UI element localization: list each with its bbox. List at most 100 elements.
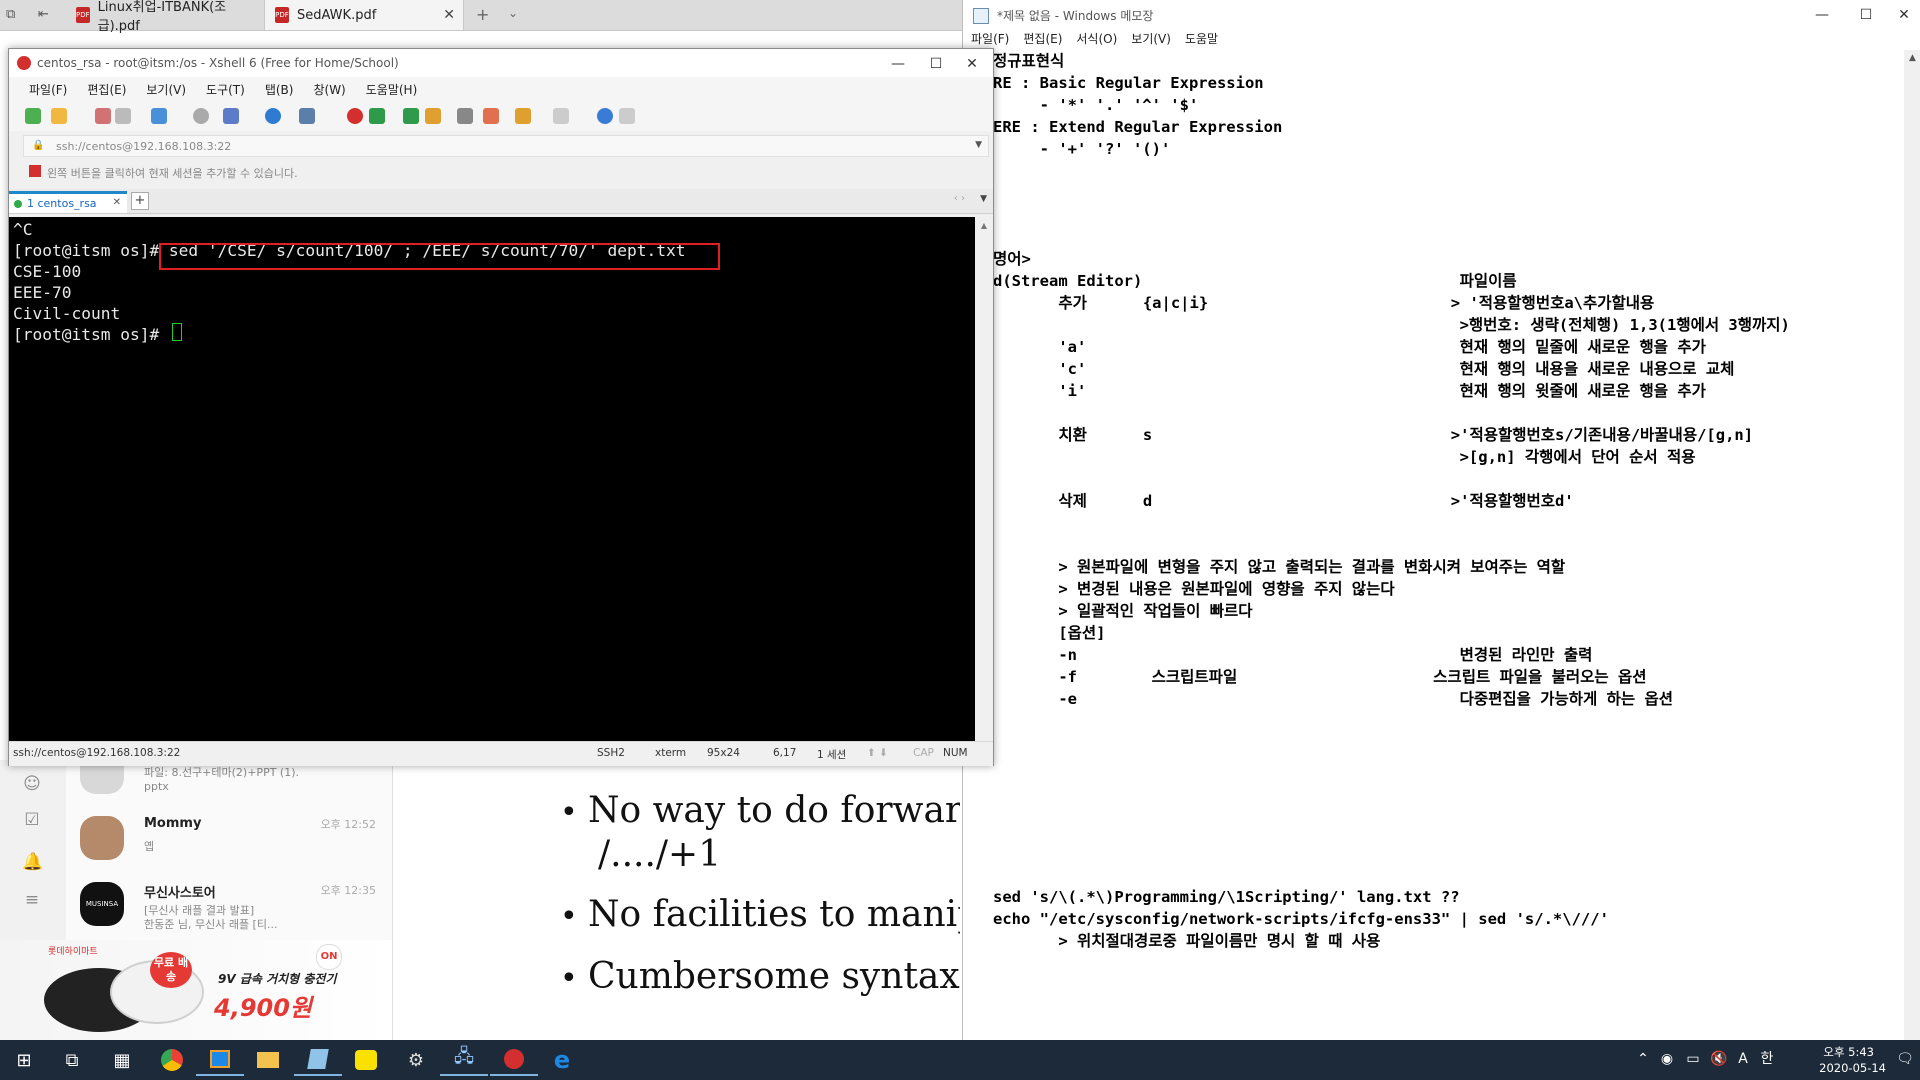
back-icon[interactable]: ⇤ [38,7,49,22]
script-icon[interactable] [483,108,499,124]
list-item[interactable]: Mommy 오후 12:52 옙 [80,810,380,872]
menu-window[interactable]: 창(W) [313,81,345,98]
ad-banner[interactable]: 롯데하이마트 무료 배송 9V 급속 거치형 충전기 4,900원 ON [0,940,392,1040]
status-bar: ssh://centos@192.168.108.3:22 SSH2 xterm… [9,741,993,766]
new-tab-icon[interactable]: + [131,192,149,210]
menu-tab[interactable]: 탭(B) [265,81,294,98]
copy-icon[interactable] [223,108,239,124]
new-session-icon[interactable] [25,108,41,124]
vertical-scrollbar[interactable]: ▲ [1904,50,1920,1040]
xftp-icon[interactable] [347,108,363,124]
xshell-taskbar-icon[interactable] [490,1044,538,1076]
open-folder-icon[interactable] [51,108,67,124]
menu-view[interactable]: 보기(V) [146,81,186,98]
kakaotalk-icon[interactable] [342,1044,390,1076]
reconnect-icon[interactable] [115,108,131,124]
gear-icon[interactable]: ⚙ [392,1044,440,1076]
menu-tools[interactable]: 도구(T) [206,81,245,98]
clock-date[interactable]: 2020-05-14 [1819,1061,1886,1075]
calculator-icon[interactable]: ▦ [98,1044,146,1076]
message-preview: 파일: 8.선구+테마(2)+PPT (1). [144,766,299,779]
chevron-up-icon[interactable]: ⌃ [1634,1050,1652,1068]
tab-scroll-icon[interactable]: ‹ › [954,193,965,204]
volume-mute-icon[interactable]: 🔇 [1710,1050,1728,1068]
globe-icon[interactable] [265,108,281,124]
font-icon[interactable] [299,108,315,124]
close-icon[interactable]: ✕ [961,53,983,75]
menu-help[interactable]: 도움말 [1185,30,1218,50]
windows-start-icon[interactable]: ⊞ [0,1044,48,1076]
menu-view[interactable]: 보기(V) [1131,30,1171,50]
file-explorer-icon[interactable] [244,1044,292,1076]
chrome-icon[interactable] [148,1044,196,1076]
disconnect-icon[interactable] [95,108,111,124]
notepad-icon [973,8,989,24]
xshell-toolbar [9,101,993,131]
menu-file[interactable]: 파일(F) [971,30,1009,50]
maximize-icon[interactable]: ☐ [925,53,947,75]
chat-icon[interactable] [619,108,635,124]
tab-list-icon[interactable]: ⧉ [6,7,15,22]
app-icon[interactable] [196,1044,244,1076]
notepad-text-area[interactable]: 정규표현식 RE : Basic Regular Expression - '*… [993,50,1913,1030]
menu-format[interactable]: 서식(O) [1076,30,1117,50]
network-icon[interactable]: ▭ [1684,1050,1702,1068]
help-icon[interactable] [597,108,613,124]
menu-icon[interactable]: ≡ [22,890,42,910]
close-icon[interactable]: ✕ [1893,4,1915,26]
chevron-down-icon[interactable]: ⌄ [508,6,518,20]
tab-sedawk-pdf[interactable]: PDF SedAWK.pdf ✕ [264,0,464,30]
arrow-up-down-icon[interactable]: ⬆ ⬇ [867,747,888,759]
status-terminal-type: xterm [655,747,687,759]
address-bar[interactable]: 🔒 ssh://centos@192.168.108.3:22 ▼ [23,135,989,157]
fullscreen-icon[interactable] [403,108,419,124]
lock-icon: 🔒 [32,140,45,151]
ime-indicator[interactable]: A [1734,1050,1752,1068]
new-tab-icon[interactable]: + [476,5,489,24]
terminal[interactable]: ^C [root@itsm os]# sed '/CSE/ s/count/10… [9,217,975,741]
clock-time[interactable]: 오후 5:43 [1823,1044,1874,1060]
bell-icon[interactable]: 🔔 [22,852,43,872]
lock-icon[interactable] [425,108,441,124]
menu-file[interactable]: 파일(F) [29,81,67,98]
address-input[interactable]: ssh://centos@192.168.108.3:22 [56,140,231,153]
chevron-down-icon[interactable]: ▼ [975,140,982,150]
status-num: NUM [943,747,968,759]
close-tab-icon[interactable]: ✕ [113,197,121,208]
window-title: centos_rsa - root@itsm:/os - Xshell 6 (F… [37,56,399,70]
xmanager-icon[interactable] [369,108,385,124]
keyboard-icon[interactable] [457,108,473,124]
menu-edit[interactable]: 편집(E) [1023,30,1062,50]
emoji-icon[interactable]: ☺ [22,774,42,794]
notepad-icon[interactable] [294,1044,342,1076]
task-view-icon[interactable]: ⧉ [48,1044,96,1076]
maximize-icon[interactable]: ☐ [1855,4,1877,26]
minimize-icon[interactable]: — [1811,4,1833,26]
menu-edit[interactable]: 편집(E) [87,81,126,98]
transfer-icon[interactable] [515,108,531,124]
korean-ime-icon[interactable]: 한 [1758,1050,1776,1068]
calendar-icon[interactable]: ☑ [22,810,42,830]
chevron-down-icon[interactable]: ▼ [980,194,987,204]
notification-icon[interactable]: 🗨 [1896,1050,1914,1068]
tab-label: 1 centos_rsa [27,197,97,210]
tab-linux-pdf[interactable]: PDF Linux취업-ITBANK(조급).pdf [66,0,262,34]
menu-help[interactable]: 도움말(H) [366,81,418,98]
scroll-up-icon[interactable]: ▲ [1904,50,1920,67]
scroll-up-icon[interactable]: ▲ [975,221,993,230]
edge-icon[interactable]: e [538,1044,586,1076]
status-caps: CAP [913,747,934,759]
search-icon[interactable] [193,108,209,124]
tab-centos-rsa[interactable]: 1 centos_rsa ✕ [9,191,127,213]
minimize-icon[interactable]: — [887,53,909,75]
close-tab-icon[interactable]: ✕ [443,7,455,23]
network-app-icon[interactable]: 🖧 [440,1044,488,1076]
bookmark-icon [29,165,41,177]
layout-icon[interactable] [553,108,569,124]
session-tab-bar: 1 centos_rsa ✕ + ‹ › ▼ [9,189,993,214]
tray-app-icon[interactable]: ◉ [1658,1050,1676,1068]
hint-bar: 왼쪽 버튼을 클릭하여 현재 세션을 추가할 수 있습니다. [23,161,989,183]
properties-icon[interactable] [151,108,167,124]
vertical-scrollbar[interactable]: ▲ [975,217,993,741]
list-item[interactable]: MUSINSA 무신사스토어 오후 12:35 [무신사 래플 결과 발표] 한… [80,880,380,942]
